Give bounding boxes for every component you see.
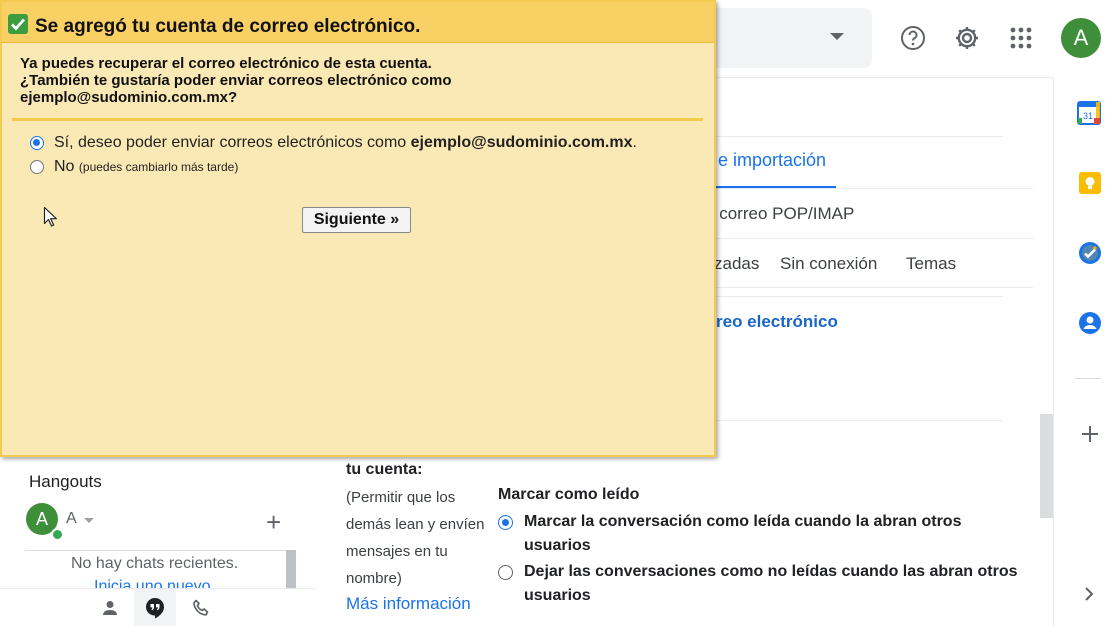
tab-offline[interactable]: Sin conexión xyxy=(780,254,877,274)
divider xyxy=(700,188,1033,189)
message-line: ejemplo@sudominio.com.mx? xyxy=(20,89,238,106)
checkbox-checked-icon xyxy=(8,14,28,34)
option-yes-text: Sí, deseo poder enviar correos electróni… xyxy=(54,134,637,151)
account-avatar[interactable]: A xyxy=(1061,18,1101,58)
no-recent-chats-text: No hay chats recientes. xyxy=(71,555,239,572)
radio-no[interactable] xyxy=(30,160,44,174)
send-as-no-option[interactable]: No (puedes cambiarlo más tarde) xyxy=(30,158,238,176)
tab-forwarding-pop-imap[interactable]: y correo POP/IMAP xyxy=(706,204,854,224)
side-panel-divider xyxy=(1075,378,1101,379)
calendar-icon[interactable]: 31 xyxy=(1077,101,1101,130)
keep-unread-option[interactable]: Dejar las conversaciones como no leídas … xyxy=(498,560,1018,608)
svg-text:31: 31 xyxy=(1083,111,1093,121)
tab-themes[interactable]: Temas xyxy=(906,254,956,274)
radio-selected[interactable] xyxy=(498,515,513,530)
tasks-icon[interactable] xyxy=(1078,241,1102,270)
hangouts-divider xyxy=(25,550,287,551)
phone-call-icon[interactable] xyxy=(180,589,222,626)
status-dropdown-caret-icon[interactable] xyxy=(84,518,94,523)
hangouts-title: Hangouts xyxy=(29,472,102,491)
apps-grid-icon[interactable] xyxy=(1001,18,1041,58)
send-as-yes-option[interactable]: Sí, deseo poder enviar correos electróni… xyxy=(30,134,637,152)
help-icon[interactable] xyxy=(893,18,933,58)
contacts-icon[interactable] xyxy=(1078,311,1102,340)
side-panel xyxy=(1053,78,1120,626)
hangouts-scrollbar[interactable] xyxy=(286,550,296,590)
option-label: Marcar la conversación como leída cuando… xyxy=(524,513,962,554)
divider xyxy=(700,238,1033,239)
settings-gear-icon[interactable] xyxy=(947,18,987,58)
section-label: tu cuenta: xyxy=(346,461,423,478)
option-no-text: No (puedes cambiarlo más tarde) xyxy=(54,158,239,175)
keep-icon[interactable] xyxy=(1078,171,1102,200)
next-button[interactable]: Siguiente » xyxy=(302,207,411,233)
hangouts-chat-icon[interactable] xyxy=(134,589,176,626)
tab-accounts-import[interactable]: e importación xyxy=(718,150,826,171)
divider xyxy=(700,420,1003,421)
message-line: ¿También te gustaría poder enviar correo… xyxy=(20,72,452,89)
mark-as-read-title: Marcar como leído xyxy=(498,486,640,503)
expand-chevron-right-icon[interactable] xyxy=(1082,585,1096,608)
hangouts-user-name[interactable]: A xyxy=(66,510,77,528)
divider xyxy=(700,287,1033,288)
new-chat-plus-icon[interactable]: + xyxy=(266,509,281,535)
add-addon-plus-icon[interactable] xyxy=(1080,424,1100,449)
online-status-dot xyxy=(51,528,64,541)
divider xyxy=(700,296,1003,297)
scrollbar-thumb[interactable] xyxy=(1040,414,1053,518)
dialog-divider xyxy=(12,118,703,121)
search-options-caret-icon[interactable] xyxy=(830,33,844,40)
mouse-cursor-icon xyxy=(43,206,57,233)
radio-unselected[interactable] xyxy=(498,565,513,580)
account-added-dialog: Se agregó tu cuenta de correo electrónic… xyxy=(0,0,716,457)
mark-read-option[interactable]: Marcar la conversación como leída cuando… xyxy=(498,510,1018,558)
contacts-person-icon[interactable] xyxy=(89,589,131,626)
dialog-title: Se agregó tu cuenta de correo electrónic… xyxy=(35,16,421,37)
search-box[interactable] xyxy=(700,8,872,68)
message-line: Ya puedes recuperar el correo electrónic… xyxy=(20,55,432,72)
option-label: Dejar las conversaciones como no leídas … xyxy=(524,563,1018,604)
divider xyxy=(700,136,1003,137)
tab-advanced[interactable]: zadas xyxy=(714,254,759,274)
more-info-link[interactable]: Más información xyxy=(346,594,471,614)
section-description: (Permitir que los demás lean y envíen me… xyxy=(346,489,485,587)
radio-yes[interactable] xyxy=(30,136,44,150)
add-email-account-link[interactable]: reo electrónico xyxy=(716,312,838,332)
dialog-message: Ya puedes recuperar el correo electrónic… xyxy=(20,55,700,106)
